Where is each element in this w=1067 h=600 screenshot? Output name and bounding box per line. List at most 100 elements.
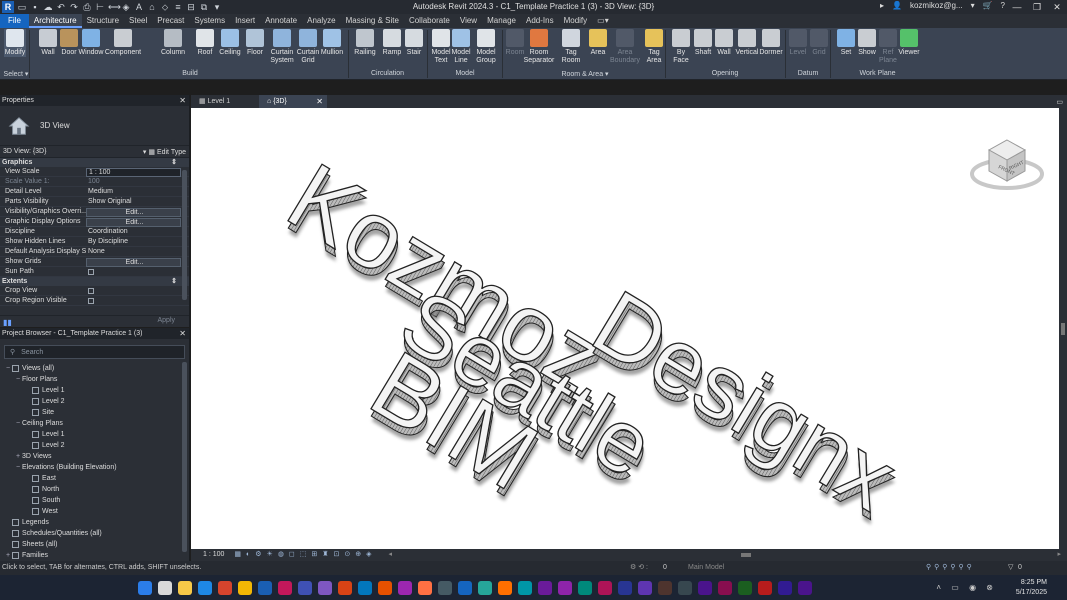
- scroll-thumb[interactable]: [1061, 323, 1065, 335]
- tab-systems[interactable]: Systems: [189, 14, 230, 28]
- ribbon-btn-set[interactable]: Set: [835, 29, 857, 57]
- close-button[interactable]: ✕: [1047, 0, 1067, 14]
- checkbox[interactable]: [88, 269, 94, 275]
- tree-node[interactable]: North: [0, 484, 189, 495]
- close-icon[interactable]: ✕: [316, 95, 323, 108]
- tree-node[interactable]: Site: [0, 407, 189, 418]
- tree-node[interactable]: South: [0, 495, 189, 506]
- user-icon[interactable]: 👤: [892, 1, 902, 10]
- taskbar-app-icon[interactable]: [218, 580, 232, 595]
- panel-room-area[interactable]: Room & Area ▾: [540, 70, 630, 78]
- taskbar-app-icon[interactable]: [138, 580, 152, 595]
- ribbon-btn-floor[interactable]: Floor: [244, 29, 266, 57]
- tree-node[interactable]: Level 1: [0, 429, 189, 440]
- tab-precast[interactable]: Precast: [152, 14, 189, 28]
- selection-toggle-icons[interactable]: ⚲⚲⚲⚲⚲⚲: [926, 561, 975, 575]
- help-icon[interactable]: ?: [1001, 1, 1005, 10]
- collapse-icon[interactable]: −: [4, 363, 12, 374]
- taskbar-app-icon[interactable]: [238, 580, 252, 595]
- collapse-icon[interactable]: −: [14, 374, 22, 385]
- taskbar-app-icon[interactable]: [558, 580, 572, 595]
- property-checkbox[interactable]: [86, 296, 189, 305]
- tab-annotate[interactable]: Annotate: [260, 14, 302, 28]
- tab-structure[interactable]: Structure: [82, 14, 124, 28]
- browser-scrollbar[interactable]: [182, 362, 187, 552]
- properties-help-icon[interactable]: ▮▮: [3, 318, 12, 327]
- properties-scrollbar[interactable]: [182, 170, 187, 300]
- switch-windows-icon[interactable]: ⧉: [199, 2, 209, 12]
- revit-logo-icon[interactable]: R: [2, 1, 14, 13]
- group-extents[interactable]: Extents ⇕: [0, 277, 189, 286]
- tab-collaborate[interactable]: Collaborate: [404, 14, 455, 28]
- ribbon-btn-tag-room[interactable]: Tag Room: [560, 29, 582, 65]
- expand-icon[interactable]: +: [14, 451, 22, 462]
- tree-node[interactable]: +3D Views: [0, 451, 189, 462]
- open-icon[interactable]: ▭: [17, 2, 27, 12]
- minimize-button[interactable]: —: [1007, 0, 1027, 14]
- workset-icons[interactable]: ⚙ ⟲ :: [630, 561, 648, 575]
- tree-node[interactable]: Schedules/Quantities (all): [0, 528, 189, 539]
- taskbar-app-icon[interactable]: [638, 580, 652, 595]
- ribbon-btn-wall[interactable]: Wall: [713, 29, 735, 57]
- ribbon-btn-dormer[interactable]: Dormer: [759, 29, 783, 57]
- taskbar-app-icon[interactable]: [478, 580, 492, 595]
- view-control-icons[interactable]: ▦◐⚙☀◍◻⬚⊞♜⊡⊙⊕◈: [234, 549, 376, 561]
- property-checkbox[interactable]: [86, 286, 189, 295]
- ribbon-btn-tag-area[interactable]: Tag Area: [643, 29, 665, 65]
- taskbar-app-icon[interactable]: [278, 580, 292, 595]
- ribbon-toggle-icon[interactable]: ▭▾: [592, 14, 614, 28]
- ribbon-btn-ramp[interactable]: Ramp: [381, 29, 403, 57]
- dimension-icon[interactable]: ⟷: [108, 2, 121, 12]
- tab-manage[interactable]: Manage: [482, 14, 521, 28]
- ribbon-btn-railing[interactable]: Railing: [354, 29, 376, 57]
- tab-3d[interactable]: ⌂ {3D} ✕: [259, 95, 327, 108]
- tab-file[interactable]: File: [0, 14, 29, 28]
- property-edit-button[interactable]: Edit...: [86, 208, 181, 217]
- ribbon-btn-level[interactable]: Level: [787, 29, 809, 57]
- close-hidden-icon[interactable]: ⊟: [186, 2, 196, 12]
- taskbar-app-icon[interactable]: [678, 580, 692, 595]
- tree-node[interactable]: Sheets (all): [0, 539, 189, 550]
- thin-lines-icon[interactable]: ≡: [173, 2, 183, 12]
- tab-architecture[interactable]: Architecture: [28, 14, 82, 28]
- ribbon-btn-roof[interactable]: Roof: [194, 29, 216, 57]
- tab-level-1[interactable]: ▦ Level 1: [191, 95, 259, 108]
- checkbox[interactable]: [88, 298, 94, 304]
- taskbar-app-icon[interactable]: [258, 580, 272, 595]
- ribbon-btn-model-text[interactable]: Model Text: [430, 29, 452, 65]
- tree-node[interactable]: Legends: [0, 517, 189, 528]
- taskbar-app-icon[interactable]: [338, 580, 352, 595]
- cloud-icon[interactable]: ☁: [43, 2, 53, 12]
- taskbar-app-icon[interactable]: [158, 580, 172, 595]
- tray-icons[interactable]: ˄ ▭ ◉ ⊗: [936, 583, 997, 592]
- property-checkbox[interactable]: [86, 267, 189, 276]
- ribbon-btn-ref-plane[interactable]: Ref Plane: [877, 29, 899, 65]
- taskbar-app-icon[interactable]: [498, 580, 512, 595]
- model-text-3d[interactable]: Kozmoz Kozmoz Kozmoz Seattle Seattle Sea…: [191, 108, 1059, 549]
- tree-node[interactable]: − Views (all): [0, 363, 189, 374]
- tab-steel[interactable]: Steel: [124, 14, 152, 28]
- tree-node[interactable]: Level 1: [0, 385, 189, 396]
- ribbon-btn-vertical[interactable]: Vertical: [736, 29, 758, 57]
- taskbar-app-icon[interactable]: [538, 580, 552, 595]
- cart-icon[interactable]: 🛒: [983, 1, 993, 10]
- measure-icon[interactable]: ⊢: [95, 2, 105, 12]
- tree-node[interactable]: East: [0, 473, 189, 484]
- user-dropdown-icon[interactable]: ▾: [971, 1, 975, 10]
- taskbar-app-icon[interactable]: [718, 580, 732, 595]
- tree-node[interactable]: + Families: [0, 550, 189, 561]
- property-value[interactable]: By Discipline: [86, 237, 189, 246]
- panel-select[interactable]: Select ▾: [3, 70, 29, 78]
- checkbox[interactable]: [88, 288, 94, 294]
- taskbar-app-icon[interactable]: [178, 580, 192, 595]
- ribbon-btn-curtain-system[interactable]: Curtain System: [270, 29, 294, 65]
- ribbon-btn-ceiling[interactable]: Ceiling: [219, 29, 241, 57]
- property-value[interactable]: 1 : 100: [86, 168, 181, 177]
- undo-icon[interactable]: ↶: [56, 2, 66, 12]
- design-option[interactable]: Main Model: [688, 561, 724, 575]
- edit-type-button[interactable]: ▾ ▦ Edit Type: [143, 148, 186, 156]
- ribbon-btn-door[interactable]: Door: [58, 29, 80, 57]
- collapse-icon[interactable]: ⇕: [171, 158, 177, 167]
- ribbon-btn-curtain-grid[interactable]: Curtain Grid: [297, 29, 319, 65]
- ribbon-btn-window[interactable]: Window: [79, 29, 103, 57]
